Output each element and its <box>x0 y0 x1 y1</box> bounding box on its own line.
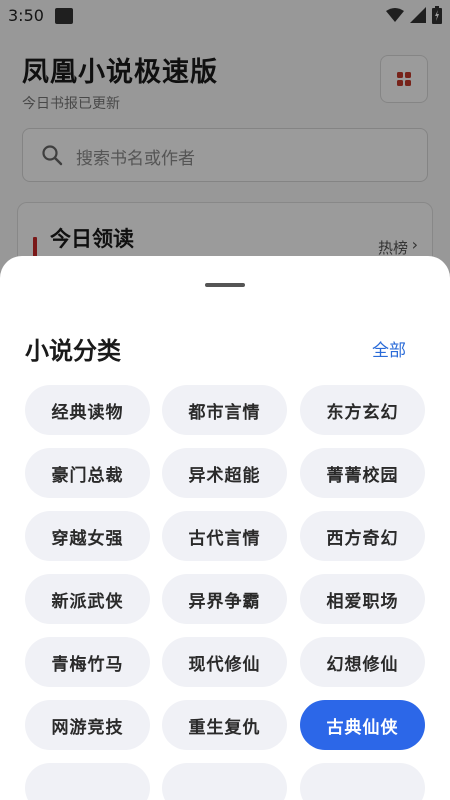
category-chip[interactable]: 古典仙侠 <box>300 700 425 750</box>
category-chip-partial[interactable] <box>300 763 425 800</box>
category-chip[interactable]: 豪门总裁 <box>25 448 150 498</box>
category-chip[interactable]: 都市言情 <box>162 385 287 435</box>
category-chip-partial[interactable] <box>25 763 150 800</box>
category-chip[interactable]: 异术超能 <box>162 448 287 498</box>
drag-handle[interactable] <box>205 283 245 287</box>
category-chip[interactable]: 古代言情 <box>162 511 287 561</box>
category-chip[interactable]: 网游竞技 <box>25 700 150 750</box>
category-chip[interactable]: 西方奇幻 <box>300 511 425 561</box>
category-chip[interactable]: 东方玄幻 <box>300 385 425 435</box>
category-bottom-sheet: 小说分类 全部 经典读物 都市言情 东方玄幻豪门总裁 异术超能 菁菁校园穿越女强 古代言情… <box>0 256 450 800</box>
category-chip[interactable]: 新派武侠 <box>25 574 150 624</box>
category-chip[interactable]: 穿越女强 <box>25 511 150 561</box>
category-chip-partial[interactable] <box>162 763 287 800</box>
category-chip[interactable]: 现代修仙 <box>162 637 287 687</box>
category-chip[interactable]: 幻想修仙 <box>300 637 425 687</box>
view-all-link[interactable]: 全部 <box>372 336 406 361</box>
category-chip[interactable]: 菁菁校园 <box>300 448 425 498</box>
category-chip[interactable]: 重生复仇 <box>162 700 287 750</box>
category-chip[interactable]: 相爱职场 <box>300 574 425 624</box>
category-chip[interactable]: 经典读物 <box>25 385 150 435</box>
category-chip[interactable]: 青梅竹马 <box>25 637 150 687</box>
sheet-title: 小说分类 <box>25 337 121 365</box>
category-chip[interactable]: 异界争霸 <box>162 574 287 624</box>
